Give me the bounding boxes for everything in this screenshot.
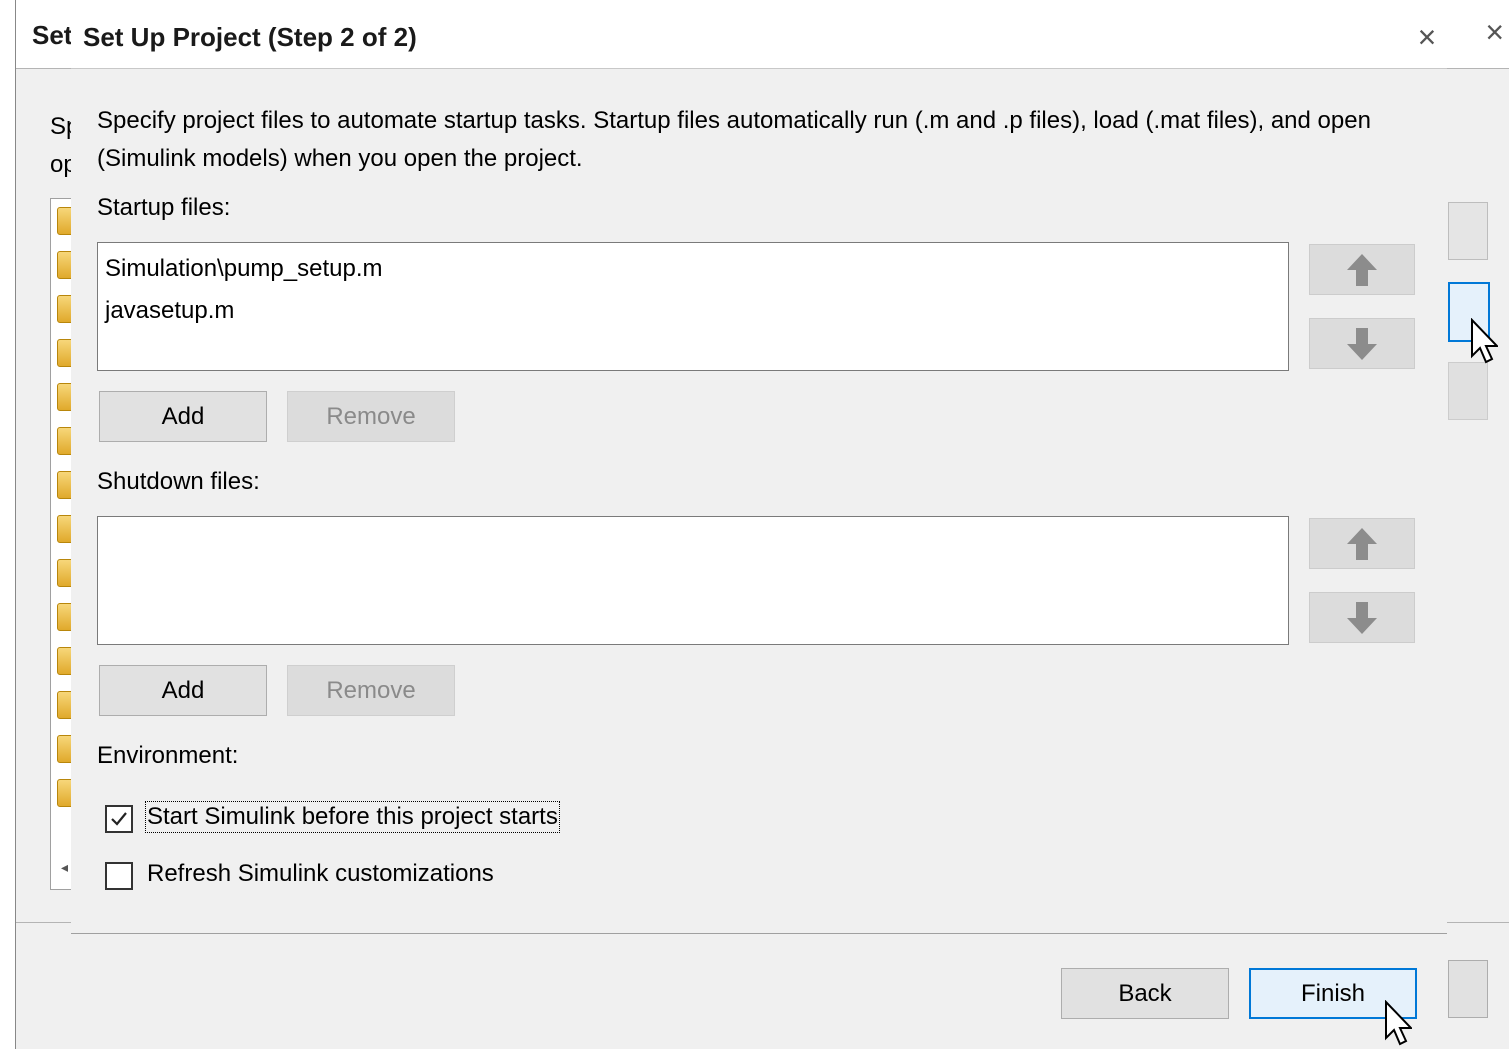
start-simulink-label[interactable]: Start Simulink before this project start… (145, 801, 560, 833)
dialog-titlebar: Set Up Project (Step 2 of 2) × (71, 8, 1447, 69)
startup-files-label: Startup files: (97, 194, 231, 221)
background-side-button[interactable] (1448, 202, 1488, 260)
arrow-down-icon (1347, 328, 1377, 360)
arrow-down-icon (1347, 602, 1377, 634)
background-footer-button[interactable] (1448, 960, 1488, 1018)
dialog-description: Specify project files to automate startu… (97, 107, 1371, 172)
arrow-up-icon (1347, 254, 1377, 286)
shutdown-move-down-button[interactable] (1309, 592, 1415, 643)
refresh-customizations-checkbox[interactable] (105, 862, 133, 890)
startup-file-item[interactable]: javasetup.m (105, 297, 234, 325)
shutdown-files-list[interactable] (97, 516, 1289, 645)
startup-move-up-button[interactable] (1309, 244, 1415, 295)
shutdown-remove-button[interactable]: Remove (287, 665, 455, 716)
close-icon[interactable]: × (1407, 14, 1447, 60)
background-close-icon[interactable]: × (1485, 14, 1504, 51)
start-simulink-checkbox[interactable] (105, 805, 133, 833)
mouse-cursor-icon (1385, 1000, 1412, 1046)
background-side-button[interactable] (1448, 362, 1488, 420)
arrow-up-icon (1347, 528, 1377, 560)
environment-label: Environment: (97, 742, 239, 769)
shutdown-files-label: Shutdown files: (97, 468, 260, 495)
shutdown-add-button[interactable]: Add (99, 665, 267, 716)
refresh-customizations-label[interactable]: Refresh Simulink customizations (147, 860, 494, 888)
back-button[interactable]: Back (1061, 968, 1229, 1019)
startup-files-list[interactable]: Simulation\pump_setup.m javasetup.m (97, 242, 1289, 371)
dialog-title: Set Up Project (Step 2 of 2) (83, 22, 417, 52)
startup-file-item[interactable]: Simulation\pump_setup.m (105, 255, 382, 283)
footer-divider (71, 933, 1447, 934)
mouse-cursor-icon (1471, 318, 1498, 364)
startup-move-down-button[interactable] (1309, 318, 1415, 369)
checkmark-icon (111, 812, 127, 826)
startup-remove-button[interactable]: Remove (287, 391, 455, 442)
startup-add-button[interactable]: Add (99, 391, 267, 442)
setup-project-dialog: Set Up Project (Step 2 of 2) × Specify p… (71, 8, 1447, 1049)
shutdown-move-up-button[interactable] (1309, 518, 1415, 569)
scroll-left-icon[interactable]: ◂ (61, 859, 68, 876)
